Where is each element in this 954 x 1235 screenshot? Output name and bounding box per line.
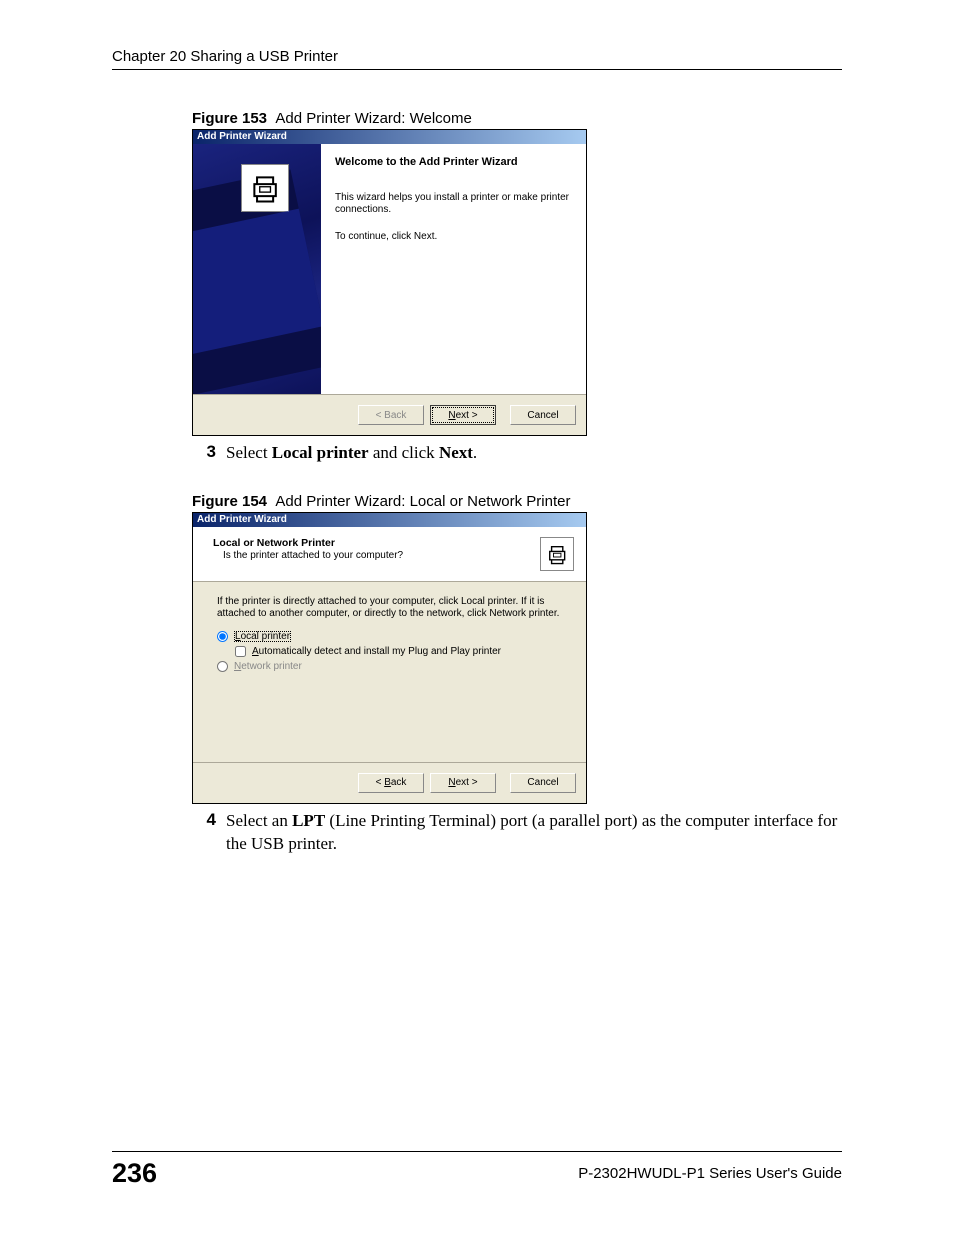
figure-153-caption: Figure 153 Add Printer Wizard: Welcome [192, 110, 842, 127]
wizard-welcome-line1: This wizard helps you install a printer … [335, 192, 572, 217]
wizard-welcome-line2: To continue, click Next. [335, 231, 572, 244]
figure-154-label: Figure 154 [192, 493, 267, 510]
wizard2-header-subtitle: Is the printer attached to your computer… [223, 550, 540, 561]
step-4: 4 Select an LPT (Line Printing Terminal)… [192, 810, 842, 856]
wizard-welcome-heading: Welcome to the Add Printer Wizard [335, 156, 572, 170]
wizard2-instructions: If the printer is directly attached to y… [217, 596, 562, 621]
wizard2-footer: < Back Next > Cancel [193, 762, 586, 803]
wizard-welcome: Add Printer Wizard Welcome to the Add Pr… [192, 129, 587, 436]
wizard-sidebar-graphic [193, 144, 321, 394]
step-4-text: Select an LPT (Line Printing Terminal) p… [226, 810, 842, 856]
radio-network-printer[interactable]: Network printer [217, 661, 562, 672]
figure-153-title: Add Printer Wizard: Welcome [275, 110, 471, 127]
page-footer: 236 P-2302HWUDL-P1 Series User's Guide [112, 1151, 842, 1189]
next-button[interactable]: Next > [430, 773, 496, 793]
back-button: < Back [358, 405, 424, 425]
printer-icon [241, 164, 289, 212]
step-3-number: 3 [192, 442, 216, 465]
wizard-local-network: Add Printer Wizard Local or Network Prin… [192, 512, 587, 804]
back-button[interactable]: < Back [358, 773, 424, 793]
figure-153-label: Figure 153 [192, 110, 267, 127]
wizard-welcome-titlebar: Add Printer Wizard [193, 130, 586, 144]
running-header: Chapter 20 Sharing a USB Printer [112, 48, 842, 70]
cancel-button[interactable]: Cancel [510, 405, 576, 425]
guide-title: P-2302HWUDL-P1 Series User's Guide [578, 1165, 842, 1182]
page-number: 236 [112, 1158, 157, 1189]
cancel-button[interactable]: Cancel [510, 773, 576, 793]
wizard-welcome-footer: < Back Next > Cancel [193, 394, 586, 435]
printer-icon [540, 537, 574, 571]
wizard2-titlebar: Add Printer Wizard [193, 513, 586, 527]
step-3: 3 Select Local printer and click Next. [192, 442, 842, 465]
wizard2-header: Local or Network Printer Is the printer … [193, 527, 586, 582]
radio-local-printer-input[interactable] [217, 631, 228, 642]
step-4-number: 4 [192, 810, 216, 856]
checkbox-auto-detect-input[interactable] [235, 646, 246, 657]
radio-network-printer-input[interactable] [217, 661, 228, 672]
figure-154-title: Add Printer Wizard: Local or Network Pri… [275, 493, 570, 510]
radio-local-printer[interactable]: Local printer [217, 631, 562, 642]
checkbox-auto-detect[interactable]: Automatically detect and install my Plug… [235, 646, 562, 657]
figure-154-caption: Figure 154 Add Printer Wizard: Local or … [192, 493, 842, 510]
next-button[interactable]: Next > [430, 405, 496, 425]
wizard2-header-title: Local or Network Printer [213, 537, 540, 549]
wizard-welcome-content: Welcome to the Add Printer Wizard This w… [321, 144, 586, 394]
step-3-text: Select Local printer and click Next. [226, 442, 842, 465]
wizard2-body: If the printer is directly attached to y… [193, 582, 586, 762]
